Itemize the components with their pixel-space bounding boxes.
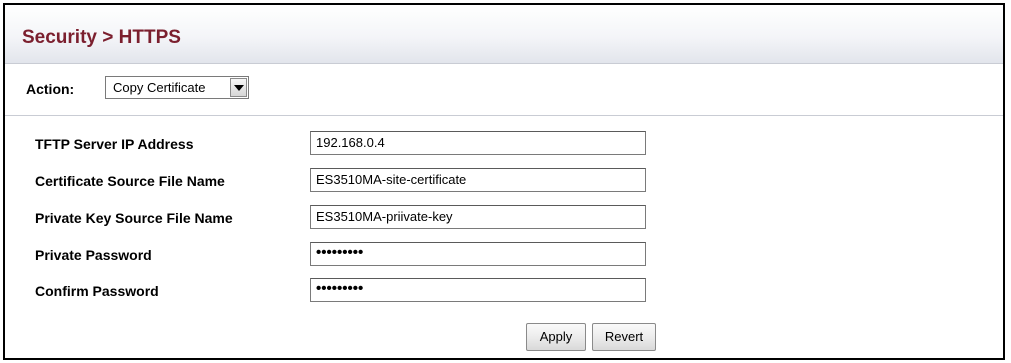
main-panel: Security > HTTPS Action: Copy Certificat… bbox=[3, 3, 1005, 360]
private-key-source-file-label: Private Key Source File Name bbox=[35, 210, 233, 226]
chevron-down-icon bbox=[234, 85, 244, 91]
certificate-source-file-input[interactable]: ES3510MA-site-certificate bbox=[310, 168, 646, 192]
form-row-certificate-source: Certificate Source File Name ES3510MA-si… bbox=[5, 167, 1003, 195]
page-title: Security > HTTPS bbox=[22, 27, 181, 48]
revert-button[interactable]: Revert bbox=[592, 323, 656, 351]
title-bar: Security > HTTPS bbox=[5, 5, 1003, 64]
private-password-input[interactable]: ••••••••• bbox=[310, 242, 646, 266]
form-row-private-key-source: Private Key Source File Name ES3510MA-pr… bbox=[5, 204, 1003, 232]
form-row-confirm-password: Confirm Password ••••••••• bbox=[5, 277, 1003, 305]
certificate-source-file-label: Certificate Source File Name bbox=[35, 173, 225, 189]
confirm-password-label: Confirm Password bbox=[35, 283, 159, 299]
private-password-label: Private Password bbox=[35, 247, 152, 263]
tftp-server-ip-label: TFTP Server IP Address bbox=[35, 136, 194, 152]
confirm-password-input[interactable]: ••••••••• bbox=[310, 278, 646, 302]
form-row-private-password: Private Password ••••••••• bbox=[5, 241, 1003, 269]
dropdown-button[interactable] bbox=[230, 78, 247, 97]
action-select[interactable]: Copy Certificate bbox=[105, 76, 249, 99]
apply-button[interactable]: Apply bbox=[526, 323, 586, 351]
private-key-source-file-input[interactable]: ES3510MA-priivate-key bbox=[310, 205, 646, 229]
action-select-value: Copy Certificate bbox=[113, 80, 206, 95]
action-row: Action: Copy Certificate bbox=[5, 64, 1003, 116]
form-row-tftp-server: TFTP Server IP Address 192.168.0.4 bbox=[5, 130, 1003, 158]
tftp-server-ip-input[interactable]: 192.168.0.4 bbox=[310, 131, 646, 155]
action-label: Action: bbox=[26, 81, 75, 97]
